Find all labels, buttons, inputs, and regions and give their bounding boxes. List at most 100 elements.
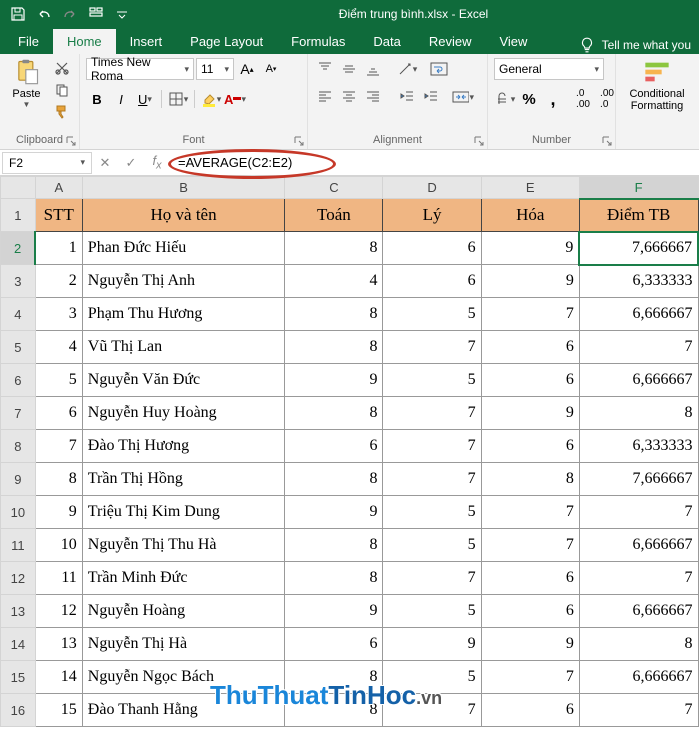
cell-D4[interactable]: 5 bbox=[383, 298, 481, 331]
cell-A16[interactable]: 15 bbox=[35, 694, 82, 727]
tab-formulas[interactable]: Formulas bbox=[277, 29, 359, 54]
clipboard-launcher-icon[interactable] bbox=[66, 136, 76, 146]
cell-F15[interactable]: 6,666667 bbox=[579, 661, 698, 694]
merge-center-icon[interactable]: ▾ bbox=[452, 86, 474, 108]
col-header-C[interactable]: C bbox=[285, 177, 383, 199]
cell-E13[interactable]: 6 bbox=[481, 595, 579, 628]
cell-B16[interactable]: Đào Thanh Hằng bbox=[82, 694, 285, 727]
cell-E11[interactable]: 7 bbox=[481, 529, 579, 562]
row-header-14[interactable]: 14 bbox=[1, 628, 36, 661]
cancel-formula-icon[interactable]: ✕ bbox=[92, 153, 118, 173]
cell-C11[interactable]: 8 bbox=[285, 529, 383, 562]
fx-icon[interactable]: fx bbox=[144, 153, 170, 173]
cell-E8[interactable]: 6 bbox=[481, 430, 579, 463]
cell-C14[interactable]: 6 bbox=[285, 628, 383, 661]
tab-file[interactable]: File bbox=[4, 29, 53, 54]
cell-F7[interactable]: 8 bbox=[579, 397, 698, 430]
row-header-5[interactable]: 5 bbox=[1, 331, 36, 364]
row-header-2[interactable]: 2 bbox=[1, 232, 36, 265]
cell-E5[interactable]: 6 bbox=[481, 331, 579, 364]
align-right-icon[interactable] bbox=[362, 86, 384, 108]
row-header-6[interactable]: 6 bbox=[1, 364, 36, 397]
cell-E16[interactable]: 6 bbox=[481, 694, 579, 727]
cell-E10[interactable]: 7 bbox=[481, 496, 579, 529]
row-header-11[interactable]: 11 bbox=[1, 529, 36, 562]
cell-A10[interactable]: 9 bbox=[35, 496, 82, 529]
cell-E6[interactable]: 6 bbox=[481, 364, 579, 397]
font-name-select[interactable]: Times New Roma▾ bbox=[86, 58, 194, 80]
cell-C4[interactable]: 8 bbox=[285, 298, 383, 331]
tab-view[interactable]: View bbox=[485, 29, 541, 54]
increase-indent-icon[interactable] bbox=[420, 86, 442, 108]
cell-B4[interactable]: Phạm Thu Hương bbox=[82, 298, 285, 331]
cell-A5[interactable]: 4 bbox=[35, 331, 82, 364]
cell-C13[interactable]: 9 bbox=[285, 595, 383, 628]
comma-icon[interactable]: , bbox=[542, 88, 564, 110]
cell-A3[interactable]: 2 bbox=[35, 265, 82, 298]
row-header-13[interactable]: 13 bbox=[1, 595, 36, 628]
cell-F3[interactable]: 6,333333 bbox=[579, 265, 698, 298]
save-icon[interactable] bbox=[6, 3, 30, 25]
decrease-indent-icon[interactable] bbox=[396, 86, 418, 108]
cell-D7[interactable]: 7 bbox=[383, 397, 481, 430]
cell-B6[interactable]: Nguyễn Văn Đức bbox=[82, 364, 285, 397]
spreadsheet-grid[interactable]: ABCDEF1STTHọ và tênToánLýHóaĐiểm TB21Pha… bbox=[0, 176, 699, 727]
percent-icon[interactable]: % bbox=[518, 88, 540, 110]
cell-B12[interactable]: Trần Minh Đức bbox=[82, 562, 285, 595]
cell-E9[interactable]: 8 bbox=[481, 463, 579, 496]
row-header-1[interactable]: 1 bbox=[1, 199, 36, 232]
cell-A7[interactable]: 6 bbox=[35, 397, 82, 430]
cell-B9[interactable]: Trần Thị Hồng bbox=[82, 463, 285, 496]
tab-home[interactable]: Home bbox=[53, 29, 116, 54]
row-header-9[interactable]: 9 bbox=[1, 463, 36, 496]
increase-font-icon[interactable]: A▴ bbox=[236, 58, 258, 80]
cell-A6[interactable]: 5 bbox=[35, 364, 82, 397]
cell-D8[interactable]: 7 bbox=[383, 430, 481, 463]
cell-D3[interactable]: 6 bbox=[383, 265, 481, 298]
formula-input[interactable]: =AVERAGE(C2:E2) bbox=[170, 155, 699, 170]
borders-icon[interactable]: ▾ bbox=[167, 88, 189, 110]
format-painter-icon[interactable] bbox=[51, 102, 73, 122]
header-cell-stt[interactable]: STT bbox=[35, 199, 82, 232]
number-launcher-icon[interactable] bbox=[602, 136, 612, 146]
undo-icon[interactable] bbox=[32, 3, 56, 25]
cell-F12[interactable]: 7 bbox=[579, 562, 698, 595]
cell-A11[interactable]: 10 bbox=[35, 529, 82, 562]
cell-B8[interactable]: Đào Thị Hương bbox=[82, 430, 285, 463]
cell-C7[interactable]: 8 bbox=[285, 397, 383, 430]
cell-C5[interactable]: 8 bbox=[285, 331, 383, 364]
bold-icon[interactable]: B bbox=[86, 88, 108, 110]
cell-D16[interactable]: 7 bbox=[383, 694, 481, 727]
align-left-icon[interactable] bbox=[314, 86, 336, 108]
cell-E12[interactable]: 6 bbox=[481, 562, 579, 595]
font-launcher-icon[interactable] bbox=[294, 136, 304, 146]
cell-F2[interactable]: 7,666667 bbox=[579, 232, 698, 265]
cell-A8[interactable]: 7 bbox=[35, 430, 82, 463]
row-header-16[interactable]: 16 bbox=[1, 694, 36, 727]
redo-icon[interactable] bbox=[58, 3, 82, 25]
cell-C16[interactable]: 8 bbox=[285, 694, 383, 727]
cell-B13[interactable]: Nguyễn Hoàng bbox=[82, 595, 285, 628]
cell-C2[interactable]: 8 bbox=[285, 232, 383, 265]
cell-C3[interactable]: 4 bbox=[285, 265, 383, 298]
cell-B5[interactable]: Vũ Thị Lan bbox=[82, 331, 285, 364]
enter-formula-icon[interactable]: ✓ bbox=[118, 153, 144, 173]
cell-E7[interactable]: 9 bbox=[481, 397, 579, 430]
fill-color-icon[interactable]: ▾ bbox=[200, 88, 222, 110]
cell-F11[interactable]: 6,666667 bbox=[579, 529, 698, 562]
cell-B2[interactable]: Phan Đức Hiếu bbox=[82, 232, 285, 265]
cell-C10[interactable]: 9 bbox=[285, 496, 383, 529]
cell-E14[interactable]: 9 bbox=[481, 628, 579, 661]
cell-B15[interactable]: Nguyễn Ngọc Bách bbox=[82, 661, 285, 694]
decrease-font-icon[interactable]: A▾ bbox=[260, 58, 282, 80]
cell-D9[interactable]: 7 bbox=[383, 463, 481, 496]
alignment-launcher-icon[interactable] bbox=[474, 136, 484, 146]
increase-decimal-icon[interactable]: .0.00 bbox=[572, 88, 594, 110]
cell-D10[interactable]: 5 bbox=[383, 496, 481, 529]
cell-A2[interactable]: 1 bbox=[35, 232, 82, 265]
font-color-icon[interactable]: A▾ bbox=[224, 88, 246, 110]
cell-A14[interactable]: 13 bbox=[35, 628, 82, 661]
cell-D11[interactable]: 5 bbox=[383, 529, 481, 562]
tab-review[interactable]: Review bbox=[415, 29, 486, 54]
row-header-7[interactable]: 7 bbox=[1, 397, 36, 430]
